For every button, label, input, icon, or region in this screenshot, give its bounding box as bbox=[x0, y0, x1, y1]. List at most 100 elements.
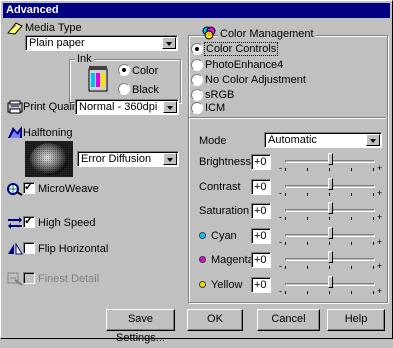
slider-tick bbox=[373, 217, 374, 220]
slider-row-brightness: Brightness +0 - + bbox=[199, 152, 385, 173]
magenta-value-field[interactable]: +0 bbox=[251, 252, 271, 268]
microweave-checkbox[interactable] bbox=[23, 180, 35, 194]
ink-black-label[interactable]: Black bbox=[132, 84, 159, 96]
slider-minus-label: - bbox=[279, 212, 282, 222]
photoenhance4-label[interactable]: PhotoEnhance4 bbox=[205, 59, 283, 71]
color-controls-radio[interactable] bbox=[191, 43, 203, 55]
slider-tick bbox=[307, 266, 308, 269]
ink-cartridge-icon bbox=[88, 66, 108, 92]
high-speed-icon bbox=[8, 217, 22, 229]
print-quality-select[interactable]: Normal - 360dpi bbox=[75, 99, 179, 115]
halftoning-label: Halftoning bbox=[23, 127, 73, 139]
slider-row-cyan: Cyan +0 - + bbox=[199, 226, 385, 247]
slider-tick bbox=[329, 242, 330, 245]
brightness-label: Brightness bbox=[199, 156, 251, 168]
slider-tick bbox=[285, 242, 286, 245]
high-speed-checkbox[interactable] bbox=[23, 214, 35, 228]
slider-tick bbox=[373, 242, 374, 245]
slider-tick bbox=[329, 193, 330, 196]
cyan-slider-thumb[interactable] bbox=[328, 227, 333, 239]
ink-black-radio[interactable] bbox=[118, 83, 130, 95]
slider-minus-label: - bbox=[279, 188, 282, 198]
chevron-down-icon[interactable] bbox=[162, 37, 176, 49]
ink-group-label: Ink bbox=[75, 53, 94, 65]
microweave-label[interactable]: MicroWeave bbox=[38, 183, 99, 195]
contrast-value: +0 bbox=[254, 181, 267, 193]
brightness-slider-thumb[interactable] bbox=[328, 153, 333, 165]
cancel-button[interactable]: Cancel bbox=[257, 309, 320, 331]
flip-horizontal-label[interactable]: Flip Horizontal bbox=[38, 243, 108, 255]
print-quality-label: Print Quality bbox=[23, 101, 83, 113]
slider-minus-label: - bbox=[279, 286, 282, 296]
print-quality-icon bbox=[7, 100, 23, 114]
chevron-down-icon[interactable] bbox=[163, 101, 177, 113]
srgb-label[interactable]: sRGB bbox=[205, 89, 234, 101]
slider-minus-label: - bbox=[279, 261, 282, 271]
slider-plus-label: + bbox=[377, 286, 383, 296]
icm-label[interactable]: ICM bbox=[205, 102, 225, 114]
no-color-adjustment-label[interactable]: No Color Adjustment bbox=[205, 74, 306, 86]
finest-detail-label: Finest Detail bbox=[38, 273, 100, 285]
no-color-adjustment-radio[interactable] bbox=[191, 74, 203, 86]
save-settings-button[interactable]: Save Settings... bbox=[106, 309, 175, 344]
cyan-color-dot-icon bbox=[199, 232, 206, 239]
saturation-slider-thumb[interactable] bbox=[328, 202, 333, 214]
halftone-preview-image bbox=[25, 141, 73, 177]
high-speed-label[interactable]: High Speed bbox=[38, 217, 96, 229]
slider-tick bbox=[373, 266, 374, 269]
color-management-divider bbox=[189, 117, 385, 119]
contrast-value-field[interactable]: +0 bbox=[251, 179, 271, 195]
slider-tick bbox=[307, 291, 308, 294]
slider-plus-label: + bbox=[377, 261, 383, 271]
slider-tick bbox=[285, 193, 286, 196]
magenta-slider-thumb[interactable] bbox=[328, 251, 333, 263]
slider-tick bbox=[329, 217, 330, 220]
cyan-value: +0 bbox=[254, 230, 267, 242]
contrast-slider-thumb[interactable] bbox=[328, 178, 333, 190]
slider-tick bbox=[307, 217, 308, 220]
media-type-label: Media Type bbox=[25, 22, 82, 34]
cyan-value-field[interactable]: +0 bbox=[251, 228, 271, 244]
chevron-down-icon[interactable] bbox=[366, 134, 380, 146]
slider-tick bbox=[351, 217, 352, 220]
slider-row-contrast: Contrast +0 - + bbox=[199, 177, 385, 198]
finest-detail-checkbox bbox=[23, 272, 35, 284]
finest-detail-icon bbox=[7, 272, 23, 286]
yellow-label: Yellow bbox=[211, 279, 243, 291]
slider-tick bbox=[307, 193, 308, 196]
microweave-icon bbox=[7, 183, 23, 196]
slider-tick bbox=[285, 266, 286, 269]
yellow-color-dot-icon bbox=[199, 281, 206, 288]
ink-color-radio[interactable] bbox=[118, 64, 130, 76]
halftoning-select[interactable]: Error Diffusion bbox=[77, 151, 179, 167]
mode-label: Mode bbox=[199, 135, 227, 147]
saturation-value-field[interactable]: +0 bbox=[251, 203, 271, 219]
help-button[interactable]: Help bbox=[327, 309, 385, 331]
ok-button[interactable]: OK bbox=[187, 309, 243, 331]
slider-tick bbox=[285, 217, 286, 220]
ink-color-label[interactable]: Color bbox=[132, 65, 158, 77]
chevron-down-icon[interactable] bbox=[163, 153, 177, 165]
magenta-color-dot-icon bbox=[199, 256, 206, 263]
color-controls-label[interactable]: Color Controls bbox=[203, 42, 279, 56]
media-type-select[interactable]: Plain paper bbox=[25, 35, 178, 51]
halftoning-icon bbox=[8, 126, 22, 138]
slider-tick bbox=[373, 168, 374, 171]
brightness-value-field[interactable]: +0 bbox=[251, 154, 271, 170]
slider-plus-label: + bbox=[377, 163, 383, 173]
yellow-slider-thumb[interactable] bbox=[328, 276, 333, 288]
slider-tick bbox=[373, 291, 374, 294]
slider-tick bbox=[285, 168, 286, 171]
slider-tick bbox=[329, 291, 330, 294]
media-type-value: Plain paper bbox=[29, 37, 85, 49]
saturation-label: Saturation bbox=[199, 205, 250, 217]
icm-radio[interactable] bbox=[191, 102, 203, 114]
flip-horizontal-checkbox[interactable] bbox=[23, 242, 35, 254]
mode-select[interactable]: Automatic bbox=[264, 132, 382, 148]
srgb-radio[interactable] bbox=[191, 89, 203, 101]
slider-tick bbox=[329, 266, 330, 269]
cyan-label: Cyan bbox=[211, 230, 237, 242]
photoenhance4-radio[interactable] bbox=[191, 59, 203, 71]
slider-plus-label: + bbox=[377, 237, 383, 247]
yellow-value-field[interactable]: +0 bbox=[251, 277, 271, 293]
